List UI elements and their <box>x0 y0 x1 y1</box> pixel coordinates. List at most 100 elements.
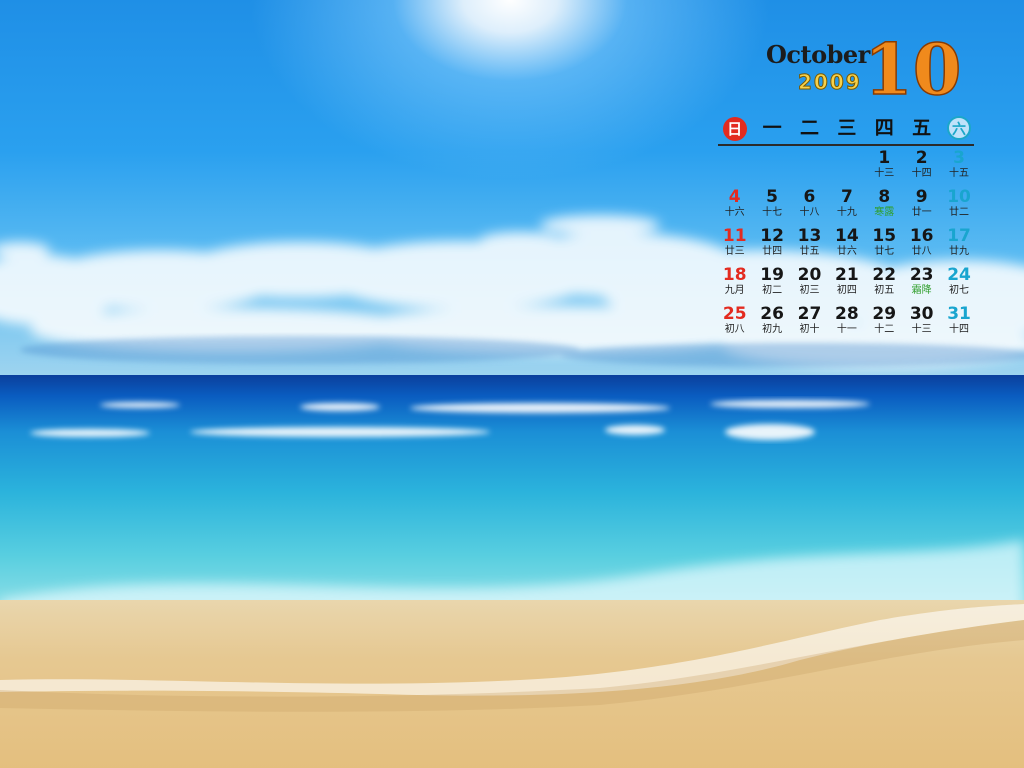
week-row: 4 十六 5 十七 6 十八 7 十九 8 寒露 9 廿一 10 廿二 <box>716 187 978 226</box>
day-number: 8 <box>878 187 891 207</box>
day-number: 1 <box>878 148 891 168</box>
lunar-date: 十五 <box>949 168 970 179</box>
empty-cell <box>753 148 790 187</box>
day-number: 26 <box>760 304 784 324</box>
day-cell: 22 初五 <box>866 265 903 304</box>
day-cell: 13 廿五 <box>791 226 828 265</box>
day-number: 21 <box>835 265 859 285</box>
day-cell: 23 霜降 <box>903 265 940 304</box>
day-cell: 9 廿一 <box>903 187 940 226</box>
day-cell: 10 廿二 <box>940 187 977 226</box>
empty-cell <box>791 148 828 187</box>
month-number: 10 <box>863 27 962 112</box>
day-cell: 28 十一 <box>828 304 865 343</box>
day-number: 3 <box>953 148 965 168</box>
day-cell: 12 廿四 <box>753 226 790 265</box>
day-number: 23 <box>909 265 934 285</box>
weekday-sat: 六 <box>940 114 977 142</box>
day-number: 13 <box>797 226 822 246</box>
day-cell: 24 初七 <box>940 265 977 304</box>
lunar-date: 廿八 <box>911 246 932 257</box>
day-number: 11 <box>722 226 747 246</box>
day-cell: 31 十四 <box>940 304 977 343</box>
day-number: 24 <box>947 265 971 285</box>
day-number: 22 <box>872 265 897 285</box>
header-divider <box>718 144 974 146</box>
lunar-date: 廿二 <box>949 207 970 218</box>
day-cell: 16 廿八 <box>903 226 940 265</box>
day-number: 18 <box>722 265 747 285</box>
day-cell: 26 初九 <box>753 304 790 343</box>
lunar-date: 廿五 <box>799 246 820 257</box>
weekday-tue: 二 <box>799 117 819 139</box>
week-row: 11 廿三 12 廿四 13 廿五 14 廿六 15 廿七 16 廿八 17 廿九 <box>716 226 978 265</box>
lunar-date: 廿九 <box>949 246 970 257</box>
weekday-header: 日 一 二 三 四 五 六 <box>716 114 978 142</box>
calendar-overlay: October 2009 10 日 一 二 三 四 五 六 1 十三 2 十四 3十… <box>712 27 982 344</box>
lunar-date: 初八 <box>724 324 745 335</box>
lunar-date: 初五 <box>874 285 895 296</box>
weekday-wed: 三 <box>837 117 857 139</box>
lunar-date: 初三 <box>799 285 820 296</box>
day-cell: 6 十八 <box>791 187 828 226</box>
day-number: 4 <box>728 187 741 207</box>
solar-term: 寒露 <box>874 207 895 218</box>
lunar-date: 十一 <box>836 324 857 335</box>
day-number: 16 <box>909 226 934 246</box>
day-cell: 14 廿六 <box>828 226 865 265</box>
day-cell: 11 廿三 <box>716 226 753 265</box>
solar-term: 霜降 <box>911 285 932 296</box>
day-number: 6 <box>803 187 816 207</box>
day-cell: 29 十二 <box>866 304 903 343</box>
weekday-mon: 一 <box>762 117 782 139</box>
empty-cell <box>828 148 865 187</box>
lunar-date: 初四 <box>836 285 857 296</box>
lunar-date: 九月 <box>724 285 745 296</box>
day-number: 29 <box>872 304 897 324</box>
month-name: October <box>766 40 870 69</box>
day-number: 12 <box>760 226 784 246</box>
lunar-date: 廿七 <box>874 246 895 257</box>
day-cell: 25 初八 <box>716 304 753 343</box>
day-cell: 18 九月 <box>716 265 753 304</box>
lunar-date: 十四 <box>949 324 970 335</box>
lunar-date: 十七 <box>762 207 783 218</box>
day-number: 30 <box>909 304 934 324</box>
day-cell: 5 十七 <box>753 187 790 226</box>
day-number: 19 <box>760 265 784 285</box>
day-number: 7 <box>840 187 853 207</box>
weekday-fri: 五 <box>912 117 932 139</box>
lunar-date: 廿六 <box>836 246 857 257</box>
lunar-date: 初二 <box>762 285 783 296</box>
day-number: 25 <box>722 304 747 324</box>
day-number: 20 <box>797 265 822 285</box>
day-number: 28 <box>835 304 859 324</box>
lunar-date: 初十 <box>799 324 820 335</box>
day-number: 5 <box>766 187 778 207</box>
week-row: 25 初八 26 初九 27 初十 28 十一 29 十二 30 十三 31 十四 <box>716 304 978 343</box>
day-cell: 27 初十 <box>791 304 828 343</box>
day-grid: 1 十三 2 十四 3 十五 4 十六 5 十七 6 十八 7 十九 8 寒露 9 廿一 10 廿二… <box>716 148 978 343</box>
lunar-date: 十九 <box>836 207 857 218</box>
day-cell: 1 十三 <box>866 148 903 187</box>
day-cell: 2 十四 <box>903 148 940 187</box>
lunar-date: 廿三 <box>724 246 745 257</box>
lunar-date: 十四 <box>911 168 932 179</box>
lunar-date: 廿一 <box>911 207 932 218</box>
lunar-date: 十六 <box>724 207 745 218</box>
lunar-date: 十三 <box>911 324 932 335</box>
empty-cell <box>716 148 753 187</box>
weekday-sun: 日 <box>716 114 753 142</box>
day-number: 17 <box>947 226 971 246</box>
day-number: 2 <box>915 148 928 168</box>
day-cell: 20 初三 <box>791 265 828 304</box>
day-number: 27 <box>797 304 822 324</box>
day-number: 10 <box>947 187 971 207</box>
day-cell: 4 十六 <box>716 187 753 226</box>
day-cell: 30 十三 <box>903 304 940 343</box>
day-cell: 17 廿九 <box>940 226 977 265</box>
day-number: 14 <box>835 226 859 246</box>
lunar-date: 十二 <box>874 324 895 335</box>
lunar-date: 初七 <box>949 285 970 296</box>
day-number: 31 <box>947 304 971 324</box>
